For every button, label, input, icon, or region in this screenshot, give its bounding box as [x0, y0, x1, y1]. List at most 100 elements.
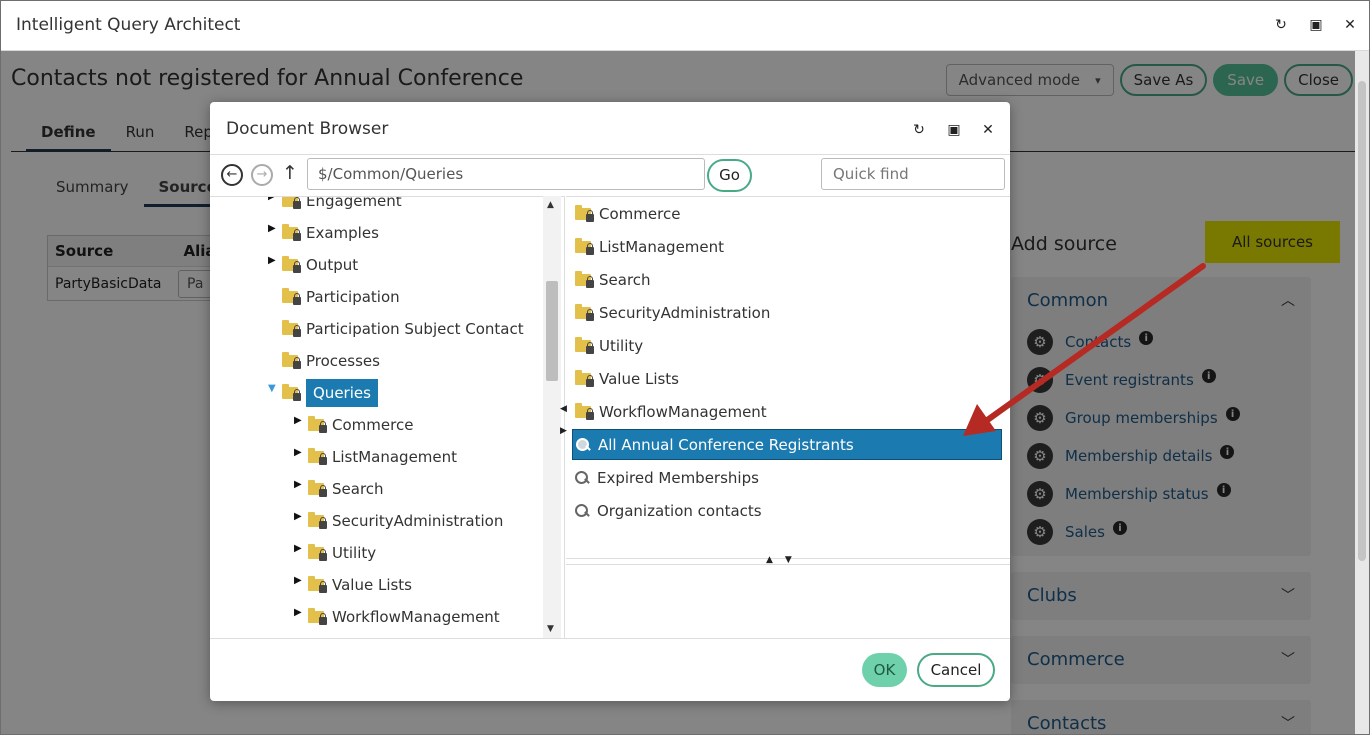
path-input[interactable]: $/Common/Queries: [307, 158, 705, 190]
tree-item[interactable]: Participation Subject Contact: [268, 315, 524, 343]
refresh-icon[interactable]: ↻: [909, 120, 929, 140]
list-item-label: ListManagement: [599, 237, 725, 256]
document-list: Commerce ListManagement Search SecurityAdmi…: [566, 196, 1010, 558]
collapsed-triangle-icon[interactable]: ▶: [294, 575, 306, 586]
document-browser-dialog: Document Browser ↻ ▣ ✕ ← → ↑ $/Common/Qu…: [210, 102, 1010, 701]
tree-item[interactable]: ▶ Utility: [294, 539, 376, 567]
collapsed-triangle-icon[interactable]: ▶: [294, 511, 306, 522]
lock-icon: [319, 517, 327, 529]
query-list-item[interactable]: All Annual Conference Registrants: [572, 429, 1002, 460]
collapsed-triangle-icon[interactable]: ▶: [268, 255, 280, 266]
tree-item[interactable]: ▶ ListManagement: [294, 443, 457, 471]
tree-item[interactable]: ▶ Examples: [268, 219, 379, 247]
locked-folder-icon: [575, 303, 594, 321]
maximize-icon[interactable]: ▣: [944, 120, 964, 140]
tree-item[interactable]: Processes: [268, 347, 380, 375]
lock-icon: [586, 275, 594, 288]
go-button[interactable]: Go: [707, 159, 752, 192]
lock-icon: [319, 485, 327, 497]
up-arrow-icon[interactable]: ↑: [282, 162, 298, 184]
list-item-label: Organization contacts: [597, 501, 762, 520]
list-item-label: Value Lists: [599, 369, 679, 388]
folder-list-item[interactable]: Search: [572, 264, 1002, 295]
locked-folder-icon: [308, 576, 327, 593]
folder-list-item[interactable]: Value Lists: [572, 363, 1002, 394]
window-titlebar: Intelligent Query Architect ↻ ▣ ✕: [1, 1, 1369, 51]
collapsed-triangle-icon[interactable]: ▶: [268, 197, 280, 202]
lock-icon: [293, 293, 301, 305]
tree-item-label: Participation: [306, 288, 400, 306]
lock-icon: [293, 389, 301, 401]
locked-folder-icon: [575, 402, 594, 420]
query-magnifier-icon: [576, 437, 590, 452]
locked-folder-icon: [282, 352, 301, 369]
page-scrollbar[interactable]: [1355, 51, 1369, 734]
forward-arrow-icon[interactable]: →: [251, 164, 273, 186]
scrollbar-thumb[interactable]: [546, 281, 558, 381]
tree-item-label: WorkflowManagement: [332, 608, 500, 626]
close-icon[interactable]: ✕: [978, 120, 998, 140]
expanded-triangle-icon[interactable]: ▼: [268, 383, 280, 394]
tree-item[interactable]: ▶ Engagement: [268, 197, 402, 215]
quick-find-input[interactable]: Quick find: [821, 158, 1005, 190]
tree-item[interactable]: ▶ Value Lists: [294, 571, 412, 599]
list-item-label: All Annual Conference Registrants: [598, 435, 854, 454]
locked-folder-icon: [308, 608, 327, 625]
locked-folder-icon: [282, 384, 301, 401]
scroll-down-icon[interactable]: ▼: [547, 624, 554, 634]
back-arrow-icon[interactable]: ←: [221, 164, 243, 186]
collapsed-triangle-icon[interactable]: ▶: [294, 479, 306, 490]
tree-item[interactable]: Participation: [268, 283, 400, 311]
tree-item-label: ListManagement: [332, 448, 458, 466]
query-list-item[interactable]: Organization contacts: [572, 495, 1002, 526]
tree-item-label: Participation Subject Contact: [306, 320, 524, 338]
scroll-up-icon[interactable]: ▲: [547, 200, 554, 210]
folder-tree: ▶ Engagement ▶ Examples ▶ Output Participation…: [210, 196, 565, 638]
tree-item-label: Examples: [306, 224, 379, 242]
cancel-button[interactable]: Cancel: [917, 653, 995, 687]
folder-list-item[interactable]: ListManagement: [572, 231, 1002, 262]
tree-item[interactable]: ▼ Queries: [268, 379, 378, 407]
collapsed-triangle-icon[interactable]: ▶: [294, 607, 306, 618]
tree-item[interactable]: ▶ WorkflowManagement: [294, 603, 500, 631]
collapsed-triangle-icon[interactable]: ▶: [294, 447, 306, 458]
tree-scrollbar[interactable]: ▲ ▼: [543, 196, 561, 638]
maximize-icon[interactable]: ▣: [1306, 15, 1326, 35]
locked-folder-icon: [575, 237, 594, 255]
list-item-label: Utility: [599, 336, 644, 355]
folder-list-item[interactable]: Utility: [572, 330, 1002, 361]
lock-icon: [293, 261, 301, 273]
lock-icon: [319, 421, 327, 433]
folder-list-item[interactable]: Commerce: [572, 198, 1002, 229]
locked-folder-icon: [575, 204, 594, 222]
locked-folder-icon: [308, 480, 327, 497]
locked-folder-icon: [282, 197, 301, 209]
locked-folder-icon: [282, 320, 301, 337]
tree-item[interactable]: ▶ Search: [294, 475, 384, 503]
refresh-icon[interactable]: ↻: [1271, 15, 1291, 35]
preview-splitter[interactable]: ▲▼: [566, 555, 1010, 565]
tree-item-label: Processes: [306, 352, 380, 370]
lock-icon: [293, 325, 301, 337]
query-magnifier-icon: [575, 470, 589, 485]
collapsed-triangle-icon[interactable]: ▶: [268, 223, 280, 234]
folder-list-item[interactable]: SecurityAdministration: [572, 297, 1002, 328]
tree-item[interactable]: ▶ SecurityAdministration: [294, 507, 503, 535]
ok-button[interactable]: OK: [862, 653, 907, 687]
lock-icon: [319, 549, 327, 561]
collapsed-triangle-icon[interactable]: ▶: [294, 415, 306, 426]
preview-pane: [566, 565, 1010, 638]
lock-icon: [586, 242, 594, 255]
lock-icon: [293, 229, 301, 241]
close-icon[interactable]: ✕: [1340, 15, 1360, 35]
divider: [210, 638, 1010, 639]
query-list-item[interactable]: Expired Memberships: [572, 462, 1002, 493]
lock-icon: [293, 197, 301, 209]
folder-list-item[interactable]: WorkflowManagement: [572, 396, 1002, 427]
tree-item[interactable]: ▶ Output: [268, 251, 358, 279]
tree-item-label: Search: [332, 480, 384, 498]
scrollbar-thumb[interactable]: [1358, 81, 1366, 561]
tree-item-label: SecurityAdministration: [332, 512, 504, 530]
collapsed-triangle-icon[interactable]: ▶: [294, 543, 306, 554]
tree-item[interactable]: ▶ Commerce: [294, 411, 413, 439]
